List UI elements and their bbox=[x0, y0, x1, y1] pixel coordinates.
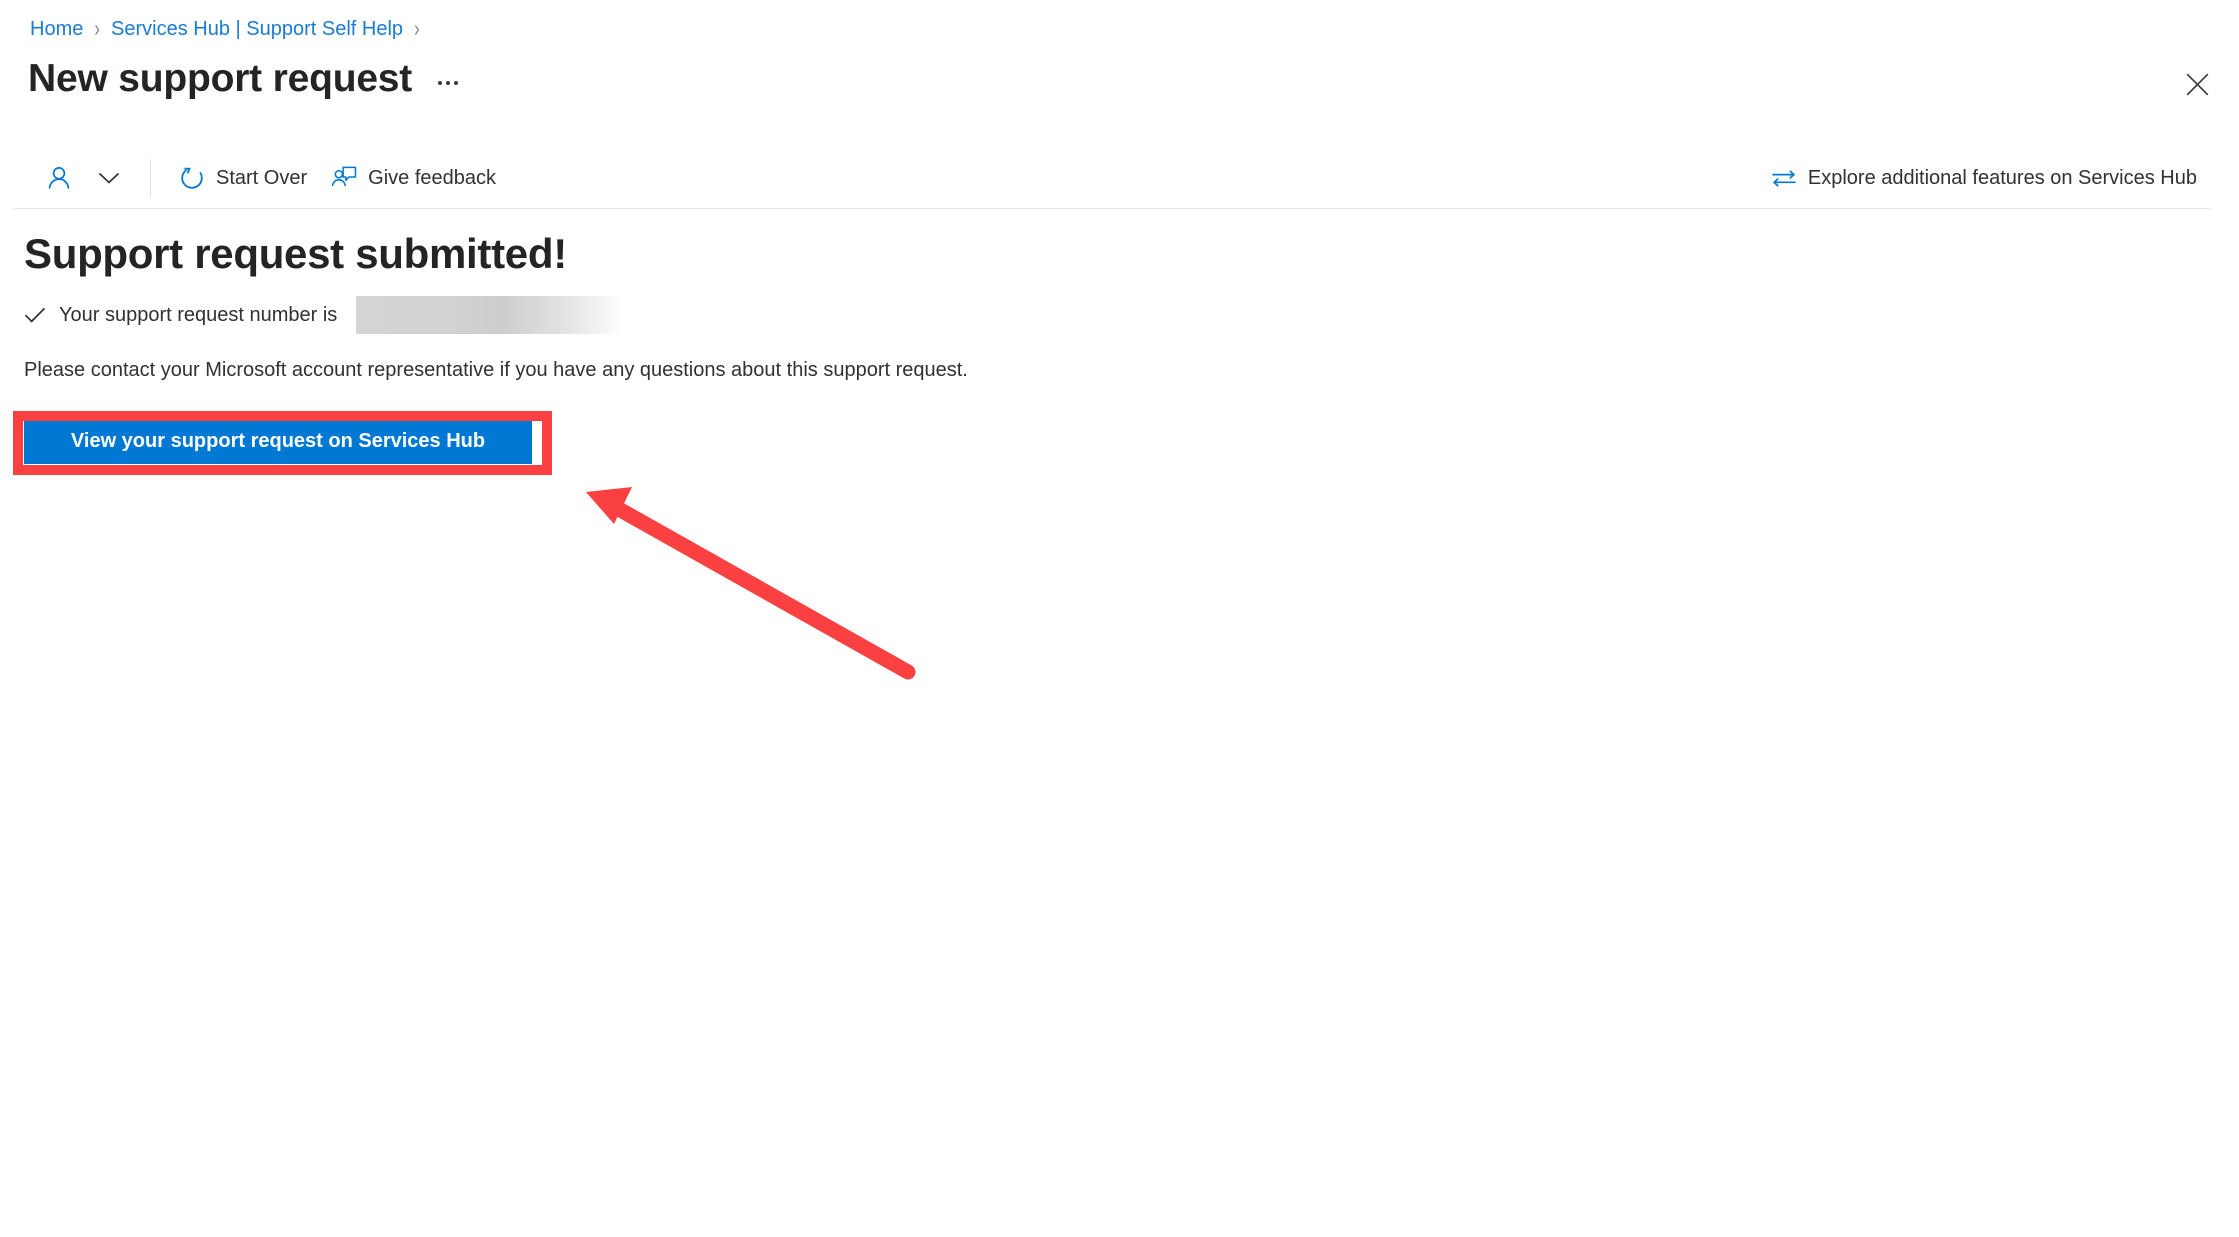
breadcrumb: Home › Services Hub | Support Self Help … bbox=[30, 15, 431, 42]
exchange-arrows-icon bbox=[1771, 165, 1797, 191]
page-header: New support request bbox=[28, 55, 464, 103]
chevron-down-icon bbox=[98, 172, 120, 184]
primary-button-wrapper: View your support request on Services Hu… bbox=[24, 418, 532, 464]
ellipsis-dot-icon bbox=[438, 81, 443, 85]
command-bar-divider bbox=[150, 159, 151, 197]
ellipsis-dot-icon bbox=[454, 81, 459, 85]
start-over-button[interactable]: Start Over bbox=[167, 157, 319, 199]
user-avatar-button[interactable] bbox=[34, 157, 84, 199]
ellipsis-dot-icon bbox=[446, 81, 451, 85]
confirmation-row: Your support request number is bbox=[24, 296, 2239, 334]
reset-circular-arrow-icon bbox=[179, 165, 205, 191]
give-feedback-button[interactable]: Give feedback bbox=[319, 157, 508, 199]
explore-services-hub-button[interactable]: Explore additional features on Services … bbox=[1759, 157, 2209, 199]
submission-heading: Support request submitted! bbox=[24, 230, 567, 277]
confirmation-text: Your support request number is bbox=[59, 304, 338, 326]
command-bar: Start Over Give feedback Explore additio… bbox=[0, 148, 2239, 208]
person-icon bbox=[48, 167, 70, 189]
command-bar-right-group: Explore additional features on Services … bbox=[1759, 157, 2209, 199]
command-bar-underline bbox=[14, 208, 2210, 209]
breadcrumb-item-home[interactable]: Home bbox=[30, 16, 83, 42]
main-content: Support request submitted! Your support … bbox=[24, 228, 2239, 464]
breadcrumb-separator-icon: › bbox=[414, 15, 420, 42]
person-feedback-icon bbox=[331, 165, 357, 191]
explore-services-hub-label: Explore additional features on Services … bbox=[1807, 167, 2197, 189]
breadcrumb-item-services-hub[interactable]: Services Hub | Support Self Help bbox=[111, 16, 403, 42]
support-request-number-redacted bbox=[356, 296, 622, 334]
page-title: New support request bbox=[28, 57, 413, 100]
command-bar-left-group: Start Over Give feedback bbox=[0, 157, 508, 199]
close-icon bbox=[2186, 73, 2208, 95]
breadcrumb-separator-icon: › bbox=[94, 15, 101, 42]
more-actions-button[interactable] bbox=[432, 77, 464, 89]
close-button[interactable] bbox=[2175, 62, 2219, 106]
view-support-request-button[interactable]: View your support request on Services Hu… bbox=[24, 418, 532, 464]
user-menu-toggle[interactable] bbox=[84, 163, 134, 193]
give-feedback-label: Give feedback bbox=[368, 167, 496, 189]
start-over-label: Start Over bbox=[216, 167, 308, 189]
checkmark-icon bbox=[24, 304, 46, 326]
contact-instructions: Please contact your Microsoft account re… bbox=[24, 359, 968, 381]
